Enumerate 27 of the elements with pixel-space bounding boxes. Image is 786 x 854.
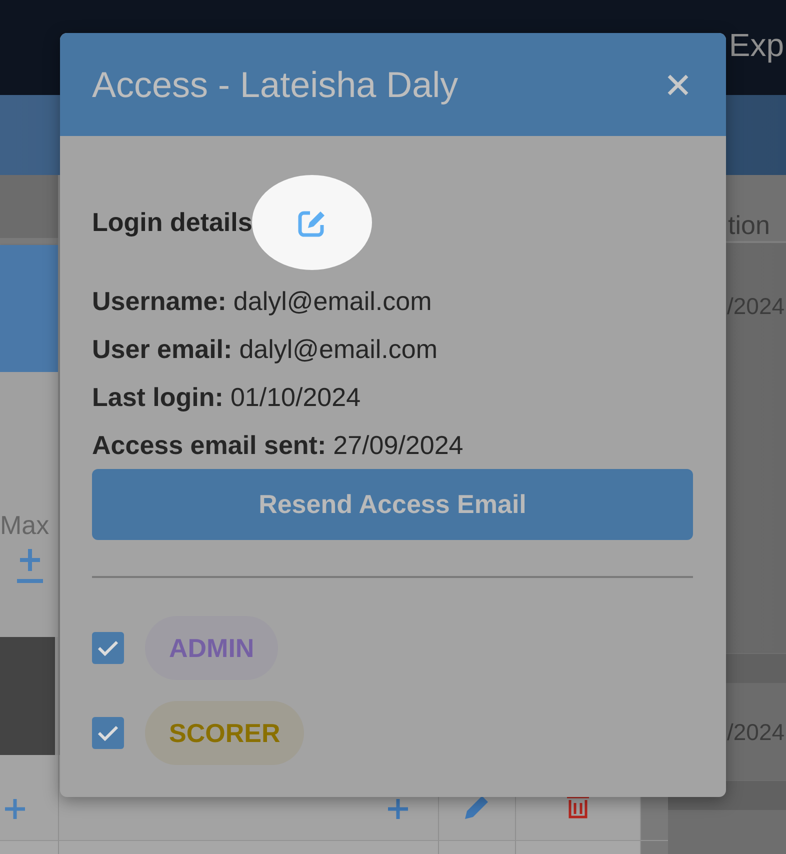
field-label: Max bbox=[0, 512, 50, 538]
detail-label: Access email sent: bbox=[92, 430, 326, 460]
detail-label: Last login: bbox=[92, 382, 224, 412]
checkbox[interactable] bbox=[92, 632, 124, 664]
section-title: Login details bbox=[92, 207, 252, 238]
detail-label: User email: bbox=[92, 334, 232, 364]
pencil-icon[interactable] bbox=[465, 795, 489, 819]
close-icon[interactable] bbox=[667, 74, 689, 96]
trash-icon[interactable] bbox=[566, 795, 590, 819]
detail-value: dalyl@email.com bbox=[239, 334, 438, 364]
detail-label: Username: bbox=[92, 286, 226, 316]
detail-value: 27/09/2024 bbox=[333, 430, 464, 460]
detail-value: 01/10/2024 bbox=[230, 382, 361, 412]
plus-minus-icon[interactable] bbox=[17, 547, 43, 583]
detail-value: dalyl@email.com bbox=[233, 286, 432, 316]
plus-icon[interactable] bbox=[388, 799, 408, 819]
checkmark-icon bbox=[98, 640, 118, 656]
panel-background bbox=[0, 238, 58, 245]
checkbox[interactable] bbox=[92, 717, 124, 749]
role-tag: ADMIN bbox=[145, 616, 278, 680]
header-band bbox=[0, 175, 58, 238]
toolbar-button[interactable]: Exp bbox=[728, 27, 784, 64]
checkmark-icon bbox=[98, 725, 118, 741]
role-tag: SCORER bbox=[145, 701, 304, 765]
table-cell bbox=[640, 840, 668, 854]
dialog-title: Access - Lateisha Daly bbox=[92, 64, 458, 106]
plus-icon[interactable] bbox=[5, 799, 25, 819]
